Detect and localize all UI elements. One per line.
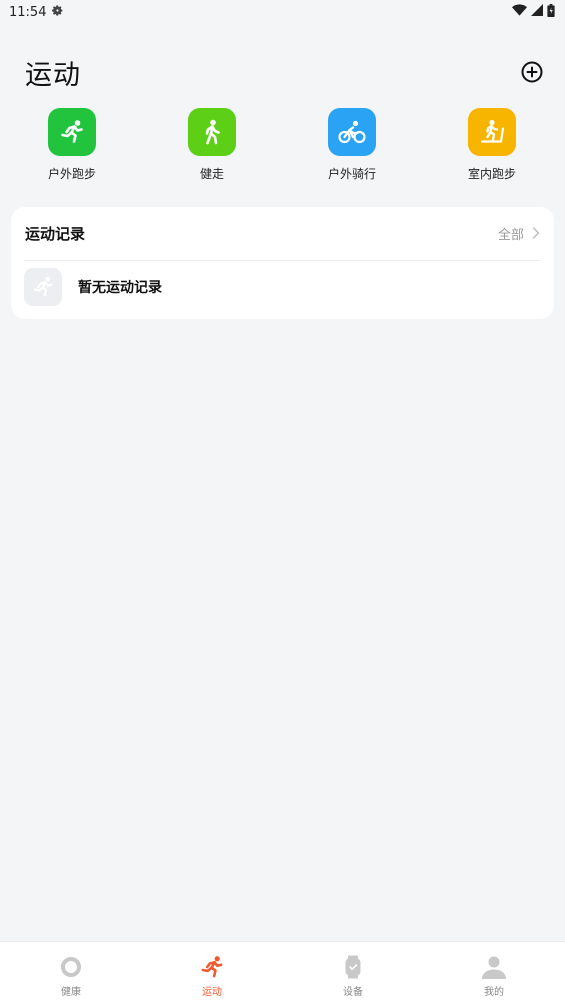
quick-sport-outdoor-run[interactable]: 户外跑步: [27, 108, 117, 182]
quick-sports-row: 户外跑步 健走 户外骑行 室内跑步: [0, 108, 565, 188]
battery-icon: [547, 3, 555, 21]
status-bar: 11:54: [0, 0, 565, 24]
records-card: 运动记录 全部 暂无运动记录: [11, 207, 554, 319]
bottom-nav: 健康 运动 设备 我的: [0, 941, 565, 1004]
nav-label-me: 我的: [484, 987, 504, 998]
health-ring-icon: [58, 954, 84, 980]
quick-sport-indoor-run[interactable]: 室内跑步: [447, 108, 537, 182]
records-all-button[interactable]: 全部: [498, 224, 540, 243]
records-title: 运动记录: [25, 225, 86, 243]
quick-sport-walking[interactable]: 健走: [167, 108, 257, 182]
records-all-label: 全部: [497, 228, 524, 243]
cycling-icon: [338, 120, 366, 144]
watch-icon: [340, 954, 366, 980]
settings-gear-icon: [51, 4, 64, 21]
status-left: 11:54: [9, 4, 64, 21]
empty-records-row: 暂无运动记录: [24, 268, 162, 306]
outdoor-run-tile: [48, 108, 96, 156]
nav-label-health: 健康: [61, 987, 81, 998]
treadmill-icon: [480, 119, 505, 143]
chevron-right-icon: [532, 224, 540, 243]
nav-tab-me[interactable]: 我的: [444, 942, 544, 1004]
indoor-run-tile: [468, 108, 516, 156]
sports-screen: 11:54 运动 户外跑步 健走 户外骑行 室内跑步 运动记录 全部 暂无运动记…: [0, 0, 565, 1004]
running-icon: [199, 954, 225, 980]
add-sport-button[interactable]: [521, 61, 543, 83]
nav-tab-health[interactable]: 健康: [21, 942, 121, 1004]
nav-label-device: 设备: [343, 987, 363, 998]
wifi-icon: [512, 4, 527, 20]
nav-label-sports: 运动: [202, 987, 222, 998]
walking-tile: [188, 108, 236, 156]
person-icon: [481, 954, 507, 980]
running-placeholder-icon: [33, 276, 53, 297]
cycling-tile: [328, 108, 376, 156]
walking-label: 健走: [199, 167, 224, 181]
status-right: [512, 3, 555, 21]
indoor-run-label: 室内跑步: [467, 167, 516, 181]
quick-sport-outdoor-cycling[interactable]: 户外骑行: [307, 108, 397, 182]
outdoor-cycling-label: 户外骑行: [327, 167, 376, 181]
status-time: 11:54: [9, 4, 47, 20]
empty-record-icon: [24, 268, 62, 306]
page-title: 运动: [25, 59, 81, 91]
signal-icon: [531, 4, 543, 20]
plus-circle-icon: [521, 61, 543, 83]
records-header: 运动记录 全部: [25, 207, 540, 261]
nav-tab-sports[interactable]: 运动: [162, 942, 262, 1004]
empty-records-text: 暂无运动记录: [78, 280, 162, 296]
walking-icon: [205, 119, 220, 145]
header: 运动: [25, 52, 543, 92]
nav-tab-device[interactable]: 设备: [303, 942, 403, 1004]
running-icon: [61, 120, 83, 143]
outdoor-run-label: 户外跑步: [47, 167, 96, 181]
